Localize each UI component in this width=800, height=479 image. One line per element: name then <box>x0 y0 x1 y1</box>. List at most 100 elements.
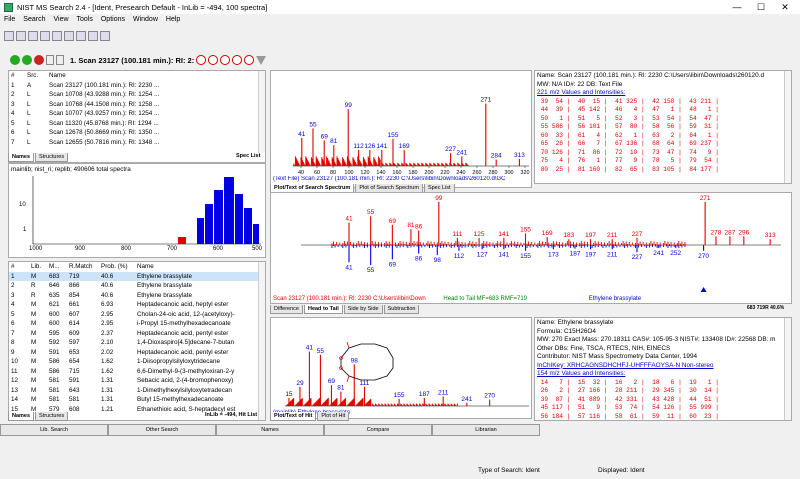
hit-row[interactable]: 2 R 646 866 40.6 Ethylene brassylate <box>9 281 261 291</box>
col-src[interactable]: Src. <box>25 71 47 81</box>
col-hit-num[interactable]: # <box>9 262 29 272</box>
tab-plot-text-hit[interactable]: Plot/Text of Hit <box>270 412 317 421</box>
copy-icon[interactable] <box>52 31 62 41</box>
maximize-button[interactable]: ☐ <box>750 0 772 14</box>
tab-difference[interactable]: Difference <box>270 305 303 314</box>
filter-icon[interactable] <box>256 55 267 65</box>
menu-options[interactable]: Options <box>97 16 129 23</box>
tab-structures[interactable]: Structures <box>35 153 69 162</box>
search-spectrum-panel: 41 55 69 81 99 112 126 141 155 169 227 241 271 284 313… <box>270 70 532 188</box>
col-name[interactable]: Name <box>47 71 259 81</box>
tab-lib-search[interactable]: Lib. Search <box>0 424 108 436</box>
hit-row[interactable]: 11 M 586 715 1.62 6,6-Dimethyl-9-(3-methyloxi… <box>9 367 261 377</box>
go-icon[interactable] <box>10 55 20 65</box>
hit-row[interactable]: 12 M 581 591 1.31 Sebacic acid, 2-(4-bromophe… <box>9 376 261 386</box>
target-icon[interactable] <box>220 55 231 65</box>
col-num[interactable]: # <box>9 71 25 81</box>
menu-tools[interactable]: Tools <box>73 16 97 23</box>
main-toolbar <box>0 25 800 47</box>
spec-row[interactable]: 2 L Scan 10708 (43.9288 min.): RI: 1254 ..… <box>9 90 259 100</box>
zoom-icon[interactable] <box>232 55 243 65</box>
h2t-label-down: 173 <box>548 251 559 258</box>
tab-head-to-tail[interactable]: Head to Tail <box>303 305 343 314</box>
title-bar: NIST MS Search 2.4 - [Ident, Presearch D… <box>0 0 800 14</box>
search-spectrum-title[interactable]: 1. Scan 23127 (100.181 min.): RI: 2: <box>70 56 194 65</box>
mz-icon[interactable] <box>88 31 98 41</box>
tab-hit-names[interactable]: Names <box>8 412 35 421</box>
back-icon[interactable] <box>208 55 219 65</box>
tab-subtraction[interactable]: Subtraction <box>383 305 420 314</box>
menu-window[interactable]: Window <box>129 16 162 23</box>
tab-plot-hit[interactable]: Plot of Hit <box>317 412 350 421</box>
h2t-label-up: 197 <box>585 232 596 239</box>
spec-row[interactable]: 1 A Scan 23127 (100.181 min.): RI: 2230 ..… <box>9 81 259 91</box>
hit-info-scrollbar[interactable] <box>784 318 791 420</box>
histogram-xtick: 600 <box>213 246 224 252</box>
tab-librarian[interactable]: Librarian <box>432 424 540 436</box>
hit-row[interactable]: 7 M 595 609 2.37 Heptadecanoic acid, pentyl e… <box>9 329 261 339</box>
hit-info-contributor: Contributor: NIST Mass Spectrometry Data… <box>537 353 698 360</box>
print-preview-icon[interactable] <box>40 31 50 41</box>
menu-file[interactable]: File <box>0 16 19 23</box>
col-hit-name[interactable]: Name <box>135 262 261 272</box>
hit-row[interactable]: 14 M 581 581 1.31 Butyl 15-methylhexadecanoat… <box>9 395 261 405</box>
close-button[interactable]: ✕ <box>774 0 796 14</box>
spec-list-scrollbar[interactable] <box>258 71 265 153</box>
tab-names[interactable]: Names <box>8 153 35 162</box>
hit-spectrum-panel: 15294155698198111155187211241270 (mainli… <box>270 317 532 419</box>
tab-compare[interactable]: Compare <box>324 424 432 436</box>
tab-names-bottom[interactable]: Names <box>216 424 324 436</box>
hit-row[interactable]: 5 M 600 607 2.95 Cholan-24-oic acid, 12-(acet… <box>9 310 261 320</box>
hit-row[interactable]: 13 M 581 643 1.31 1-Dimethylhexylsilyloxytetr… <box>9 386 261 396</box>
spec-row[interactable]: 4 L Scan 10707 (43.9257 min.): RI: 1254 ..… <box>9 109 259 119</box>
spec-row[interactable]: 3 L Scan 10768 (44.1508 min.): RI: 1258 ..… <box>9 100 259 110</box>
stop-icon[interactable] <box>34 55 44 65</box>
h-icon[interactable] <box>196 55 207 65</box>
search-info-scrollbar[interactable] <box>784 71 791 183</box>
spec-row[interactable]: 7 L Scan 12655 (50.7816 min.): RI: 1348 ..… <box>9 138 259 148</box>
h2t-caption-match: Head to Tail MF=683 RMF=719 <box>443 296 528 302</box>
hit-row[interactable]: 1 M 683 719 40.6 Ethylene brassylate <box>9 271 261 281</box>
h2t-label-down: 211 <box>607 251 618 258</box>
histogram-xtick: 900 <box>75 246 86 252</box>
hit-row[interactable]: 6 M 600 614 2.95 i-Propyl 15-methylhexadecano… <box>9 319 261 329</box>
hit-row[interactable]: 9 M 591 653 2.02 Heptadecanoic acid, pentyl e… <box>9 348 261 358</box>
tab-other-search[interactable]: Other Search <box>108 424 216 436</box>
hit-row[interactable]: 8 M 592 597 2.10 1,4-Dioxaspiro[4.5]decane-7-… <box>9 338 261 348</box>
tab-hit-structures[interactable]: Structures <box>35 412 69 421</box>
h2t-label-down: 112 <box>454 253 465 260</box>
list2-icon[interactable] <box>56 55 64 65</box>
menu-search[interactable]: Search <box>19 16 49 23</box>
hit-row[interactable]: 10 M 586 654 1.62 1-Diisopropylsilyloxytridec… <box>9 357 261 367</box>
col-prob[interactable]: Prob. (%) <box>99 262 135 272</box>
tab-side-by-side[interactable]: Side by Side <box>343 305 383 314</box>
col-match[interactable]: M... <box>47 262 67 272</box>
structure-icon[interactable] <box>76 31 86 41</box>
zoom-out-icon[interactable] <box>244 55 255 65</box>
hit-row[interactable]: 4 M 621 661 6.93 Heptadecanoic acid, heptyl e… <box>9 300 261 310</box>
menu-view[interactable]: View <box>49 16 72 23</box>
grid-icon[interactable] <box>100 31 110 41</box>
go-next-icon[interactable] <box>22 55 32 65</box>
col-lib[interactable]: Lib. <box>29 262 47 272</box>
bottom-tab-bar: Lib. Search Other Search Names Compare L… <box>0 424 800 436</box>
hit-info-panel: Name: Ethylene brassylate Formula: C15H2… <box>534 317 792 421</box>
spec-row[interactable]: 6 L Scan 12678 (50.8669 min.): RI: 1350 ..… <box>9 128 259 138</box>
hit-info-inchikey[interactable]: InChIKey: XRHCAGNSDHCHFJ-UHFFFAOYSA-N No… <box>537 362 781 371</box>
h2t-label-up: 227 <box>632 231 643 238</box>
library-icon[interactable] <box>64 31 74 41</box>
open-icon[interactable] <box>4 31 14 41</box>
h2t-label-down: 127 <box>477 251 488 258</box>
h2t-label-up: 125 <box>474 231 485 238</box>
minimize-button[interactable]: — <box>726 0 748 14</box>
print-icon[interactable] <box>28 31 38 41</box>
list-icon[interactable] <box>46 55 54 65</box>
col-rmatch[interactable]: R.Match <box>67 262 99 272</box>
spec-row[interactable]: 5 L Scan 11320 (45.8768 min.): RI: 1294 ..… <box>9 119 259 129</box>
hit-list-scrollbar[interactable] <box>258 262 265 420</box>
h2t-label-down: 227 <box>632 254 643 261</box>
hit-row[interactable]: 3 R 635 854 40.6 Ethylene brassylate <box>9 291 261 301</box>
save-icon[interactable] <box>16 31 26 41</box>
hit-list-tabs: Names Structures <box>8 412 69 421</box>
menu-help[interactable]: Help <box>162 16 184 23</box>
